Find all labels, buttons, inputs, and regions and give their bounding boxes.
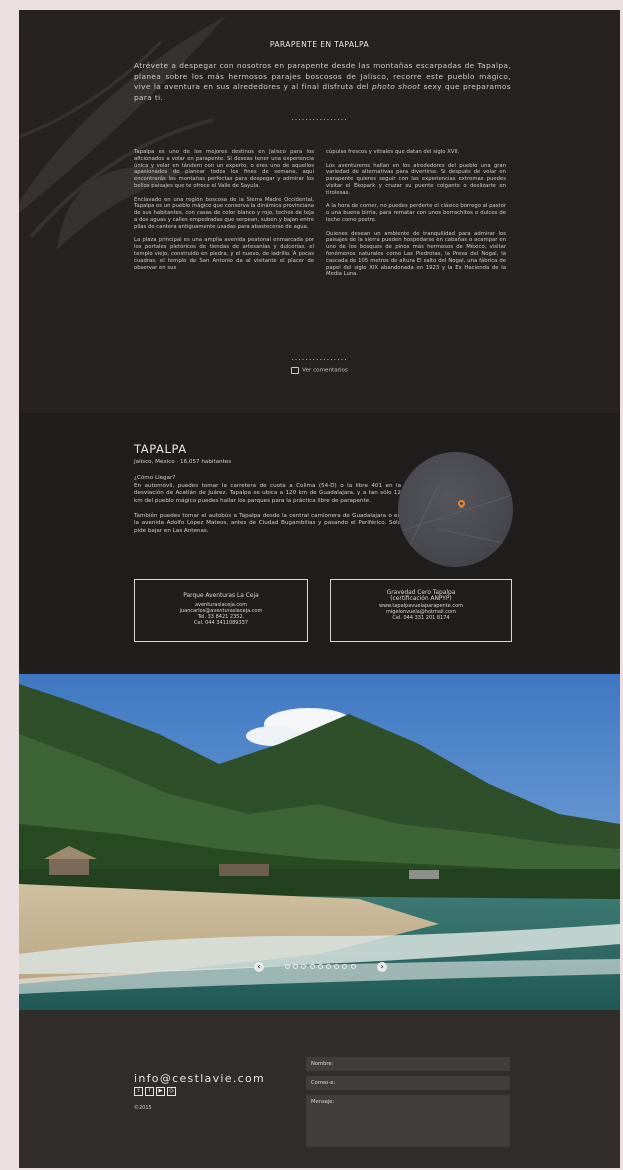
slider-dot[interactable] (317, 964, 323, 969)
contact-card: Gravedad Cero Tapalpa (certificación ANP… (330, 579, 512, 642)
youtube-icon[interactable]: ▶ (156, 1087, 165, 1096)
twitter-icon[interactable]: t (134, 1087, 143, 1096)
footer: info@cestlavie.com t f ▶ ◎ ©2015 Nombre:… (19, 1010, 620, 1168)
article-intro: Atrévete a despegar con nosotros en para… (134, 61, 511, 102)
paragraph: A la hora de comer, no puedes perderte e… (326, 203, 506, 223)
view-comments-link[interactable]: Ver comentarios (19, 367, 620, 374)
message-field[interactable]: Mensaje: (306, 1095, 510, 1147)
name-field[interactable]: Nombre: (306, 1057, 510, 1071)
town-info-section: TAPALPA Jalisco, México · 16,057 habitan… (19, 413, 620, 666)
copyright: ©2015 (134, 1105, 152, 1111)
slider-prev-button[interactable]: ‹ (254, 962, 264, 972)
slider-dot[interactable] (309, 964, 315, 969)
name-field-label: Nombre: (311, 1061, 334, 1067)
town-subtitle: Jalisco, México · 16,057 habitantes (134, 459, 232, 465)
article-column-left: Tapalpa es uno de los mejores destinos e… (134, 149, 314, 278)
comment-icon (291, 367, 300, 374)
map-pin-icon[interactable] (456, 498, 467, 509)
paragraph: Los aventureros hallan en los alrededore… (326, 162, 506, 196)
contact-email-link[interactable]: info@cestlavie.com (134, 1072, 265, 1085)
email-field[interactable]: Correo-e: (306, 1076, 510, 1090)
contact-card: Parque Aventuras La Ceja aventuraslaceja… (134, 579, 308, 642)
chevron-left-icon: ‹ (257, 962, 261, 971)
beach-photo-slider (19, 674, 620, 1010)
article-column-right: cúpulas frescos y vitrales que datan del… (326, 149, 506, 285)
slider-dot[interactable] (325, 964, 331, 969)
facebook-icon[interactable]: f (145, 1087, 154, 1096)
chevron-right-icon: › (380, 962, 384, 971)
beach-photo (19, 674, 620, 1010)
slider-dot[interactable] (301, 964, 307, 969)
slider-pagination (285, 964, 356, 969)
email-field-label: Correo-e: (311, 1080, 336, 1086)
contact-cell: Cel. 044 331 201 8174 (392, 615, 450, 622)
article-title: PARAPENTE EN TAPALPA (269, 40, 370, 49)
location-map[interactable] (398, 452, 513, 567)
slider-dot[interactable] (350, 964, 356, 969)
town-name: TAPALPA (134, 442, 187, 456)
directions-bus: También puedes tomar el autobús a Tapalp… (134, 512, 401, 534)
message-field-label: Mensaje: (311, 1099, 335, 1105)
paragraph: La plaza principal es una amplia avenida… (134, 237, 314, 271)
view-comments-label: Ver comentarios (302, 367, 348, 374)
article-section: PARAPENTE EN TAPALPA Atrévete a despegar… (19, 10, 620, 413)
directions-car: En automóvil, puedes tomar la carretera … (134, 482, 401, 504)
paragraph: Enclavado en una región boscosa de la Si… (134, 196, 314, 230)
paragraph: cúpulas frescos y vitrales que datan del… (326, 149, 460, 155)
slider-dot[interactable] (342, 964, 348, 969)
instagram-icon[interactable]: ◎ (167, 1087, 176, 1096)
contact-name: Parque Aventuras La Ceja (183, 593, 259, 599)
paragraph: Tapalpa es uno de los mejores destinos e… (134, 149, 314, 189)
page: PARAPENTE EN TAPALPA Atrévete a despegar… (19, 10, 620, 1168)
directions-text: ¿Cómo Llegar? En automóvil, puedes tomar … (134, 475, 401, 543)
slider-dot[interactable] (285, 964, 290, 969)
slider-next-button[interactable]: › (377, 962, 387, 972)
divider-dots: ................ (291, 353, 348, 362)
social-links: t f ▶ ◎ (134, 1087, 176, 1096)
slider-dot[interactable] (293, 964, 299, 969)
slider-dot[interactable] (334, 964, 340, 969)
divider-dots: ................ (291, 113, 348, 122)
directions-title: ¿Cómo Llegar? (134, 475, 176, 481)
contact-subtitle: (certificación ANPYP) (390, 596, 452, 602)
paragraph: Quienes desean un ambiente de tranquilid… (326, 230, 506, 278)
contact-cell: Cel. 044 3411089337 (193, 620, 249, 627)
